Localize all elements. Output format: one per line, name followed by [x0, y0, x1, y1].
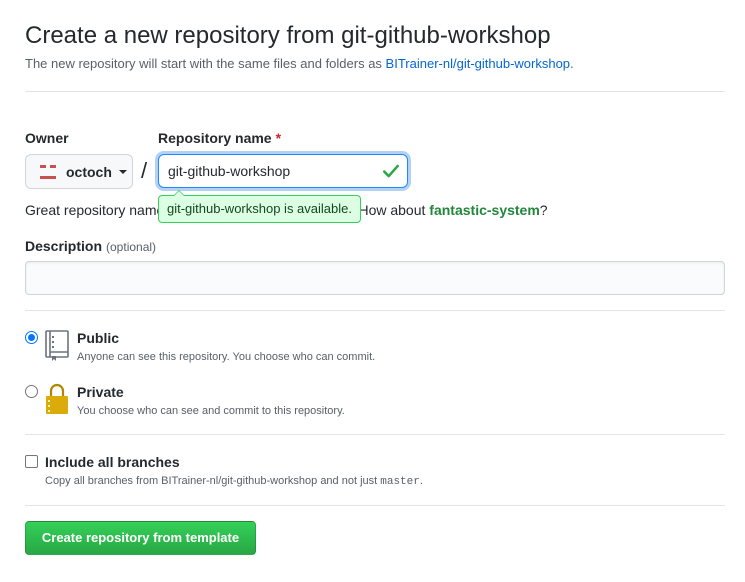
- branches-divider: [25, 505, 725, 506]
- hint-prefix: Great repository name: [25, 202, 165, 218]
- private-title: Private: [77, 384, 124, 400]
- subtitle-text: The new repository will start with the s…: [25, 56, 386, 71]
- visibility-divider: [25, 434, 725, 435]
- description-label-text: Description: [25, 238, 103, 254]
- owner-name: octoch: [66, 163, 112, 180]
- owner-dropdown[interactable]: octoch: [25, 154, 133, 189]
- public-note: Anyone can see this repository. You choo…: [77, 351, 376, 363]
- include-branches-note: Copy all branches from BITrainer-nl/git-…: [45, 475, 423, 488]
- hint-suffix: ?: [539, 202, 548, 218]
- optional-note: (optional): [106, 240, 157, 254]
- subtitle-suffix: .: [570, 56, 574, 71]
- public-radio[interactable]: [25, 331, 38, 344]
- availability-tooltip: git-github-workshop is available.: [158, 190, 361, 223]
- branches-note-text: Copy all branches from BITrainer-nl/git-…: [45, 475, 381, 487]
- owner-repo-separator: /: [141, 158, 148, 183]
- include-branches-checkbox[interactable]: [25, 455, 38, 468]
- repo-name-label-text: Repository name: [158, 130, 272, 146]
- private-radio[interactable]: [25, 385, 38, 398]
- required-mark: *: [275, 130, 282, 146]
- check-icon: [383, 164, 399, 178]
- chevron-down-icon: [118, 169, 127, 174]
- header-divider: [25, 91, 725, 92]
- repo-book-icon: [45, 330, 69, 361]
- repo-name-label: Repository name *: [158, 130, 281, 146]
- repo-name-input[interactable]: [158, 154, 408, 188]
- description-input[interactable]: [25, 261, 725, 295]
- branches-note-suffix: .: [419, 475, 423, 487]
- branches-note-code: master: [380, 476, 420, 488]
- name-suggestion[interactable]: fantastic-system: [429, 202, 540, 218]
- owner-label: Owner: [25, 130, 69, 146]
- include-branches-label: Include all branches: [45, 454, 180, 470]
- private-note: You choose who can see and commit to thi…: [77, 405, 345, 417]
- page-subtitle: The new repository will start with the s…: [25, 56, 574, 71]
- template-repo-link[interactable]: BITrainer-nl/git-github-workshop: [386, 56, 570, 71]
- page-title: Create a new repository from git-github-…: [25, 22, 551, 49]
- create-repository-button[interactable]: Create repository from template: [25, 521, 256, 555]
- description-divider: [25, 310, 725, 311]
- public-title: Public: [77, 330, 120, 346]
- lock-icon: [46, 383, 68, 414]
- octoch-avatar: [38, 162, 58, 182]
- description-label: Description (optional): [25, 238, 156, 254]
